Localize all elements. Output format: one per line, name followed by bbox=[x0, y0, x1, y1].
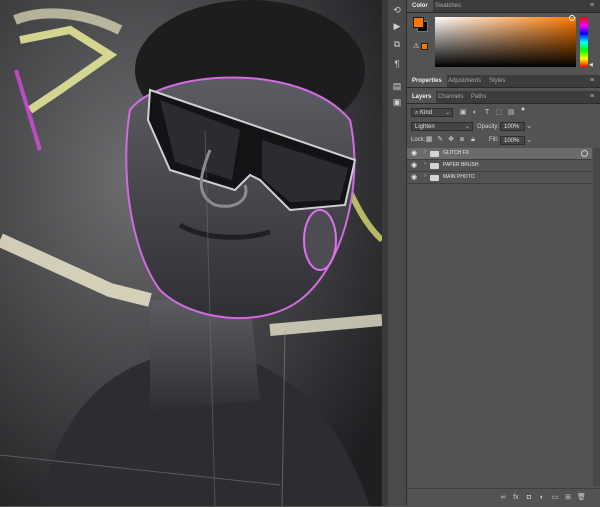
group-effects-icon[interactable] bbox=[581, 150, 588, 157]
layers-comp-icon[interactable]: ▣ bbox=[391, 96, 403, 108]
photo-artwork bbox=[0, 0, 382, 506]
tab-color[interactable]: Color bbox=[407, 0, 433, 12]
trash-icon[interactable]: 🗑︎ bbox=[577, 494, 586, 502]
visibility-eye-icon[interactable]: ◉ bbox=[411, 150, 419, 157]
history-icon[interactable]: ⟲ bbox=[391, 4, 403, 16]
tab-adjustments[interactable]: Adjustments bbox=[443, 75, 486, 87]
layer-row-glitch-fx[interactable]: ◉ › GLITCH FX bbox=[407, 148, 592, 160]
hue-slider[interactable] bbox=[580, 17, 588, 67]
visibility-eye-icon[interactable]: ◉ bbox=[411, 162, 419, 169]
filter-toggle-icon[interactable]: ● bbox=[519, 106, 527, 114]
blend-mode-value: Lighten bbox=[415, 124, 435, 130]
layer-row-main-photo[interactable]: ◉ › MAIN PHOTO bbox=[407, 172, 592, 184]
new-layer-icon[interactable]: ⊞ bbox=[564, 494, 572, 502]
folder-icon[interactable]: ▭ bbox=[551, 494, 559, 502]
gamut-warning-icon[interactable]: ⚠ bbox=[413, 42, 419, 50]
foreground-color-swatch[interactable] bbox=[413, 17, 424, 28]
chevron-down-icon: ⌄ bbox=[464, 124, 470, 130]
fx-icon[interactable]: fx bbox=[512, 494, 520, 502]
mask-icon[interactable]: ◘ bbox=[525, 494, 533, 502]
fill-label: Fill: bbox=[489, 137, 499, 143]
lock-artboard-icon[interactable]: ⧈ bbox=[458, 136, 466, 144]
chevron-right-icon[interactable]: › bbox=[424, 161, 426, 167]
document-canvas[interactable] bbox=[0, 0, 382, 506]
shape-filter-icon[interactable]: ⬚ bbox=[495, 109, 503, 117]
adjustment-filter-icon[interactable]: ◐ bbox=[471, 109, 479, 117]
right-panels: Color Swatches ≡ ⚠ ◀ Properties Adjustme… bbox=[407, 0, 600, 507]
layer-row-paper-brush[interactable]: ◉ › PAPER BRUSH bbox=[407, 160, 592, 172]
fill-field[interactable]: 100% bbox=[500, 136, 525, 145]
type-filter-icon[interactable]: T bbox=[483, 109, 491, 117]
tab-paths[interactable]: Paths bbox=[466, 91, 491, 103]
opacity-value: 100% bbox=[504, 124, 520, 130]
smart-object-filter-icon[interactable]: ▤ bbox=[507, 109, 515, 117]
play-icon[interactable]: ▶ bbox=[391, 20, 403, 32]
tab-channels[interactable]: Channels bbox=[433, 91, 468, 103]
clone-source-icon[interactable]: ⧉ bbox=[391, 38, 403, 50]
opacity-field[interactable]: 100% bbox=[500, 122, 525, 131]
hue-slider-handle[interactable]: ◀ bbox=[589, 62, 593, 68]
tab-styles[interactable]: Styles bbox=[484, 75, 510, 87]
layer-name: MAIN PHOTO bbox=[443, 174, 475, 180]
filter-kind-value: Kind bbox=[420, 110, 433, 116]
layer-name: GLITCH FX bbox=[443, 150, 470, 156]
chevron-right-icon[interactable]: › bbox=[424, 149, 426, 155]
chevron-down-icon[interactable]: ⌄ bbox=[525, 137, 533, 145]
layers-bottom-bar: ∞ fx ◘ ◐ ▭ ⊞ 🗑︎ bbox=[407, 488, 600, 507]
pixel-filter-icon[interactable]: ▣ bbox=[459, 109, 467, 117]
saturation-value-field[interactable] bbox=[435, 17, 576, 67]
layers-panel-tabs: Layers Channels Paths ≡ bbox=[407, 91, 600, 104]
panel-menu-icon[interactable]: ≡ bbox=[590, 93, 597, 100]
layer-filter-dropdown[interactable]: ⌕ Kind ⌄ bbox=[411, 108, 453, 117]
tab-swatches[interactable]: Swatches bbox=[430, 0, 466, 12]
color-picker-marker[interactable] bbox=[569, 15, 575, 21]
collapsed-panel-strip: ⟲ ▶ ⧉ ¶ ▤ ▣ bbox=[388, 0, 407, 506]
chevron-down-icon: ⌄ bbox=[444, 110, 450, 116]
fill-value: 100% bbox=[504, 138, 520, 144]
visibility-eye-icon[interactable]: ◉ bbox=[411, 174, 419, 181]
folder-icon bbox=[430, 151, 439, 157]
artboard-icon[interactable]: ▤ bbox=[391, 80, 403, 92]
lock-image-pixels-icon[interactable]: ✎ bbox=[436, 136, 444, 144]
paragraph-icon[interactable]: ¶ bbox=[391, 58, 403, 70]
lock-label: Lock: bbox=[411, 137, 426, 143]
chevron-right-icon[interactable]: › bbox=[424, 173, 426, 179]
blend-mode-dropdown[interactable]: Lighten ⌄ bbox=[411, 122, 473, 131]
opacity-label: Opacity: bbox=[477, 124, 500, 130]
layer-name: PAPER BRUSH bbox=[443, 162, 479, 168]
link-icon[interactable]: ∞ bbox=[499, 494, 507, 502]
lock-transparency-icon[interactable]: ▦ bbox=[425, 136, 433, 144]
panel-menu-icon[interactable]: ≡ bbox=[590, 2, 597, 9]
folder-icon bbox=[430, 163, 439, 169]
tab-layers[interactable]: Layers bbox=[407, 91, 437, 103]
chevron-down-icon[interactable]: ⌄ bbox=[525, 123, 533, 131]
lock-position-icon[interactable]: ✥ bbox=[447, 136, 455, 144]
panel-menu-icon[interactable]: ≡ bbox=[590, 77, 597, 84]
adjustment-icon[interactable]: ◐ bbox=[538, 494, 546, 502]
folder-icon bbox=[430, 175, 439, 181]
properties-panel-tabs: Properties Adjustments Styles ≡ bbox=[407, 75, 600, 88]
layers-scrollbar[interactable] bbox=[593, 148, 600, 486]
lock-all-icon[interactable]: 🔒︎ bbox=[469, 136, 477, 144]
color-panel-tabs: Color Swatches ≡ bbox=[407, 0, 600, 13]
gamut-color-swatch[interactable] bbox=[421, 43, 428, 50]
tab-properties[interactable]: Properties bbox=[407, 75, 447, 87]
